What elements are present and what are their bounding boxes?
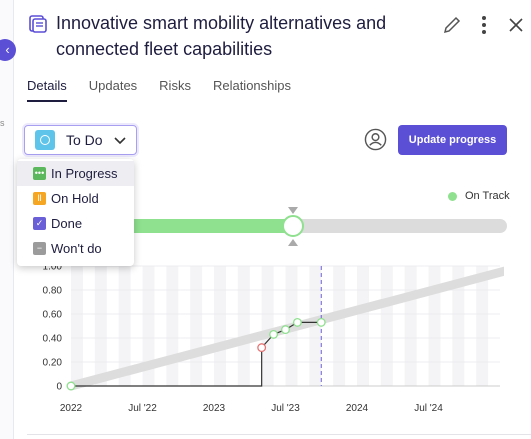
progress-knob[interactable] [282,215,304,237]
data-point [316,317,326,327]
x-tick-label: 2023 [203,403,226,414]
header-actions [441,14,527,36]
page-title: Innovative smart mobility alternatives a… [56,13,387,59]
chevron-left-icon: ‹ [5,42,10,57]
option-label: Done [51,216,83,231]
user-circle-icon[interactable] [364,128,387,151]
tab-updates[interactable]: Updates [89,78,137,102]
y-tick-label: 0.40 [43,334,63,345]
option-label: In Progress [51,166,118,181]
option-label: On Hold [51,191,99,206]
grid-stripe [380,266,393,386]
data-point [269,329,279,339]
chevron-down-icon [114,137,126,145]
status-option-done[interactable]: ✓ Done [17,211,134,236]
grid-stripe [476,266,489,386]
data-point [257,343,267,353]
grid-stripe [190,266,203,386]
x-tick-label: Jul '23 [271,403,300,414]
tab-bar: Details Updates Risks Relationships [27,78,291,102]
status-option-wont-do[interactable]: − Won't do [17,236,134,261]
chart-legend: On Track [448,190,510,202]
check-icon: ✓ [33,217,46,230]
legend-dot [448,191,457,201]
grid-stripe [261,266,274,386]
progress-marker-top [288,207,298,214]
document-icon [29,15,47,33]
x-tick-label: 2024 [346,403,369,414]
minus-icon: − [33,242,46,255]
progress-chart: 00.200.400.600.801.002022 Jul '22 2023 Jul … [43,262,504,414]
y-tick-label: 0.80 [43,286,63,297]
grid-stripe [214,266,226,386]
y-tick-label: 0.20 [43,358,63,369]
y-tick-label: 0 [56,382,62,393]
data-point [66,381,76,391]
legend-label: On Track [465,190,510,202]
todo-status-icon [35,130,55,150]
data-point [281,325,290,335]
y-tick-label: 0.60 [43,310,63,321]
option-label: Won't do [51,241,102,256]
status-menu: ••• In Progress ll On Hold ✓ Done − Won'… [17,159,134,266]
progress-marker-bottom [288,239,298,246]
status-dropdown[interactable]: To Do [24,125,137,155]
grid-stripe [237,266,250,386]
left-panel-strip: s [0,0,14,439]
update-progress-button[interactable]: Update progress [398,125,507,155]
status-current-label: To Do [66,132,103,148]
status-option-in-progress[interactable]: ••• In Progress [17,161,134,186]
status-option-on-hold[interactable]: ll On Hold [17,186,134,211]
grid-stripe [357,266,369,386]
strip-mark: s [0,118,5,128]
close-icon[interactable] [505,14,527,36]
more-icon[interactable] [473,14,495,36]
grid-stripe [71,266,83,386]
x-tick-label: Jul '22 [128,403,157,414]
pause-icon: ll [33,192,46,205]
divider [27,434,531,435]
grid-stripe [94,266,107,386]
grid-stripe [404,266,417,386]
tab-risks[interactable]: Risks [159,78,191,102]
x-tick-label: Jul '24 [414,403,443,414]
tab-details[interactable]: Details [27,78,67,102]
x-tick-label: 2022 [60,403,83,414]
tab-relationships[interactable]: Relationships [213,78,291,102]
edit-icon[interactable] [441,14,463,36]
grid-stripe [333,266,346,386]
grid-stripe [166,266,179,386]
dots-icon: ••• [33,167,46,180]
data-point [292,317,302,327]
